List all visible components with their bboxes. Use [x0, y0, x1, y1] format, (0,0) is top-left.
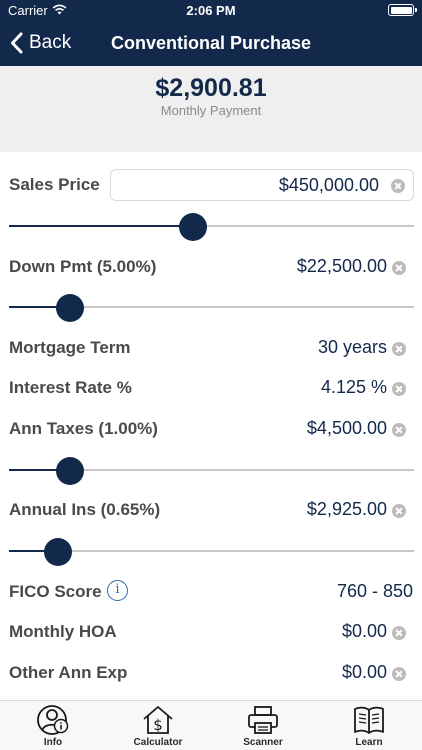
back-button[interactable]: Back: [10, 30, 71, 56]
interest-rate-value[interactable]: 4.125 %: [321, 377, 387, 398]
book-icon: [354, 706, 384, 734]
tab-learn[interactable]: Learn: [324, 704, 414, 750]
fico-score-label: FICO Score: [9, 582, 102, 601]
payment-summary: $2,900.81 Monthly Payment: [0, 66, 422, 152]
tab-calculator[interactable]: $ Calculator: [113, 704, 203, 750]
monthly-payment-value: $2,900.81: [155, 74, 267, 102]
annual-ins-row: Annual Ins (0.65%) $2,925.00: [0, 496, 422, 526]
down-pmt-label: Down Pmt (5.00%): [9, 257, 157, 276]
clear-icon[interactable]: [392, 626, 406, 640]
interest-rate-label: Interest Rate %: [9, 378, 132, 397]
tab-learn-label: Learn: [355, 737, 383, 748]
sales-price-label: Sales Price: [9, 175, 100, 194]
house-dollar-icon: $: [143, 706, 173, 734]
header: Carrier 2:06 PM Back Conventional Purcha…: [0, 0, 422, 66]
clear-icon[interactable]: [392, 423, 406, 437]
tab-scanner[interactable]: Scanner: [218, 704, 308, 750]
clear-icon[interactable]: [392, 261, 406, 275]
down-pmt-row: Down Pmt (5.00%) $22,500.00: [0, 253, 422, 283]
tab-bar: Info $ Calculator Scanner Learn: [0, 700, 422, 750]
mortgage-term-value[interactable]: 30 years: [318, 337, 387, 358]
clear-icon[interactable]: [392, 382, 406, 396]
monthly-hoa-value[interactable]: $0.00: [342, 621, 387, 642]
info-icon[interactable]: i: [107, 580, 128, 601]
other-ann-exp-label: Other Ann Exp: [9, 663, 128, 682]
slider-thumb[interactable]: [55, 457, 84, 485]
slider-thumb[interactable]: [179, 213, 208, 241]
scanner-icon: [248, 706, 278, 734]
annual-ins-label: Annual Ins (0.65%): [9, 500, 161, 519]
monthly-hoa-label: Monthly HOA: [9, 622, 117, 641]
fico-score-value[interactable]: 760 - 850: [337, 581, 413, 602]
clear-icon[interactable]: [392, 667, 406, 681]
clear-icon[interactable]: [392, 504, 406, 518]
annual-ins-value[interactable]: $2,925.00: [307, 499, 387, 520]
tab-scanner-label: Scanner: [243, 737, 283, 748]
tab-info-label: Info: [43, 737, 63, 748]
ann-taxes-slider[interactable]: [9, 456, 414, 486]
ann-taxes-label: Ann Taxes (1.00%): [9, 419, 158, 438]
down-pmt-value[interactable]: $22,500.00: [297, 256, 387, 277]
battery-icon: [388, 4, 417, 16]
clear-icon[interactable]: [392, 342, 406, 356]
monthly-hoa-row: Monthly HOA $0.00: [0, 618, 422, 648]
sales-price-row: Sales Price $450,000.00: [0, 169, 422, 201]
down-pmt-slider[interactable]: [9, 293, 414, 323]
sales-price-input[interactable]: $450,000.00: [110, 169, 414, 201]
tab-info[interactable]: Info: [8, 704, 98, 750]
chevron-left-icon: [11, 32, 23, 54]
other-ann-exp-value[interactable]: $0.00: [342, 662, 387, 683]
clock: 2:06 PM: [186, 3, 236, 18]
ann-taxes-row: Ann Taxes (1.00%) $4,500.00: [0, 415, 422, 445]
info-person-icon: [37, 705, 69, 735]
other-ann-exp-row: Other Ann Exp $0.00: [0, 659, 422, 689]
mortgage-term-label: Mortgage Term: [9, 338, 131, 357]
ann-taxes-value[interactable]: $4,500.00: [307, 418, 387, 439]
annual-ins-slider[interactable]: [9, 537, 414, 567]
back-label: Back: [29, 32, 72, 53]
monthly-payment-label: Monthly Payment: [160, 103, 262, 118]
slider-thumb[interactable]: [55, 294, 84, 322]
interest-rate-row: Interest Rate % 4.125 %: [0, 374, 422, 404]
clear-icon[interactable]: [391, 179, 405, 193]
status-bar: Carrier 2:06 PM: [0, 0, 422, 22]
fico-score-row: FICO Score i 760 - 850: [0, 578, 422, 608]
mortgage-term-row: Mortgage Term 30 years: [0, 334, 422, 364]
sales-price-value: $450,000.00: [278, 175, 379, 195]
slider-thumb[interactable]: [43, 538, 72, 566]
sales-price-slider[interactable]: [9, 212, 414, 242]
tab-calculator-label: Calculator: [133, 737, 183, 748]
svg-text:$: $: [153, 716, 163, 734]
